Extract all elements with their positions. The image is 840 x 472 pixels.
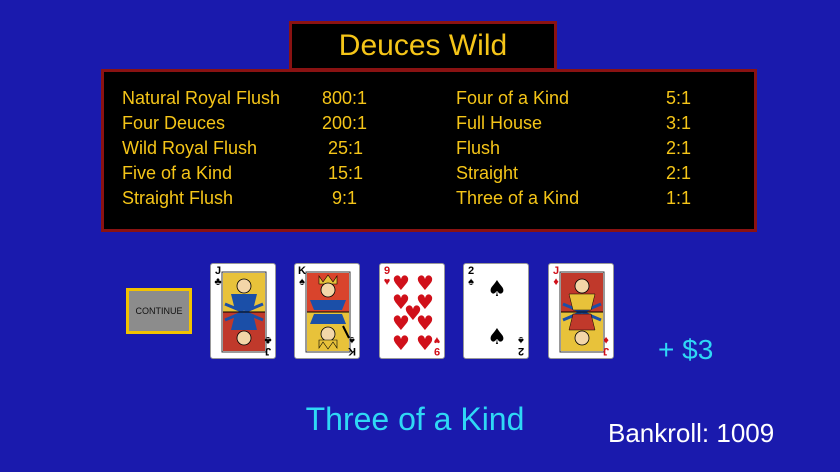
payout-odds: 2:1	[666, 163, 692, 183]
bankroll-display: Bankroll: 1009	[608, 418, 775, 448]
hand-name: Three of a Kind	[456, 188, 580, 208]
card-corner: K ♠	[298, 265, 306, 288]
card-corner: J ♦	[602, 334, 610, 357]
win-amount: + $3	[658, 334, 714, 365]
svg-text:♠: ♠	[487, 325, 507, 350]
hand-name: Straight Flush	[122, 188, 234, 208]
card-corner: 9 ♥	[383, 265, 391, 288]
svg-text:♥: ♥	[392, 331, 410, 355]
card-3[interactable]: ♥ ♥ ♥ ♥ ♥ ♥ ♥ ♥ ♥ 9 ♥ 9 ♥	[379, 263, 445, 359]
payout-odds: 3:1	[666, 113, 692, 133]
payout-odds: 25:1	[328, 138, 364, 158]
hand-name: Four of a Kind	[456, 88, 570, 108]
card-1[interactable]: J ♣ J ♣	[210, 263, 276, 359]
payout-odds: 800:1	[322, 88, 368, 108]
payout-odds: 2:1	[666, 138, 692, 158]
payout-odds: 1:1	[666, 188, 692, 208]
card-corner: J ♦	[552, 265, 560, 288]
card-corner: J ♣	[264, 334, 272, 357]
card-5[interactable]: J ♦ J ♦	[548, 263, 614, 359]
card-corner: 2 ♠	[517, 334, 525, 357]
game-title: Deuces Wild	[289, 21, 557, 71]
payout-odds: 9:1	[332, 188, 358, 208]
payout-odds: 5:1	[666, 88, 692, 108]
card-corner: K ♠	[348, 334, 356, 357]
hand-name: Four Deuces	[122, 113, 226, 133]
card-corner: J ♣	[214, 265, 222, 288]
hand-name: Five of a Kind	[122, 163, 233, 183]
hand-name: Wild Royal Flush	[122, 138, 258, 158]
hand-name: Flush	[456, 138, 501, 158]
card-4[interactable]: ♠ ♠ 2 ♠ 2 ♠	[463, 263, 529, 359]
payout-odds: 200:1	[322, 113, 368, 133]
paytable: Natural Royal Flush 800:1 Four Deuces 20…	[101, 69, 757, 232]
card-2[interactable]: K ♠ K ♠	[294, 263, 360, 359]
continue-button[interactable]: CONTINUE	[126, 288, 192, 334]
card-corner: 2 ♠	[467, 265, 475, 288]
hand-name: Natural Royal Flush	[122, 88, 281, 108]
svg-text:♠: ♠	[487, 277, 507, 302]
hand-name: Full House	[456, 113, 543, 133]
hand-name: Straight	[456, 163, 519, 183]
card-corner: 9 ♥	[433, 334, 441, 357]
payout-odds: 15:1	[328, 163, 364, 183]
